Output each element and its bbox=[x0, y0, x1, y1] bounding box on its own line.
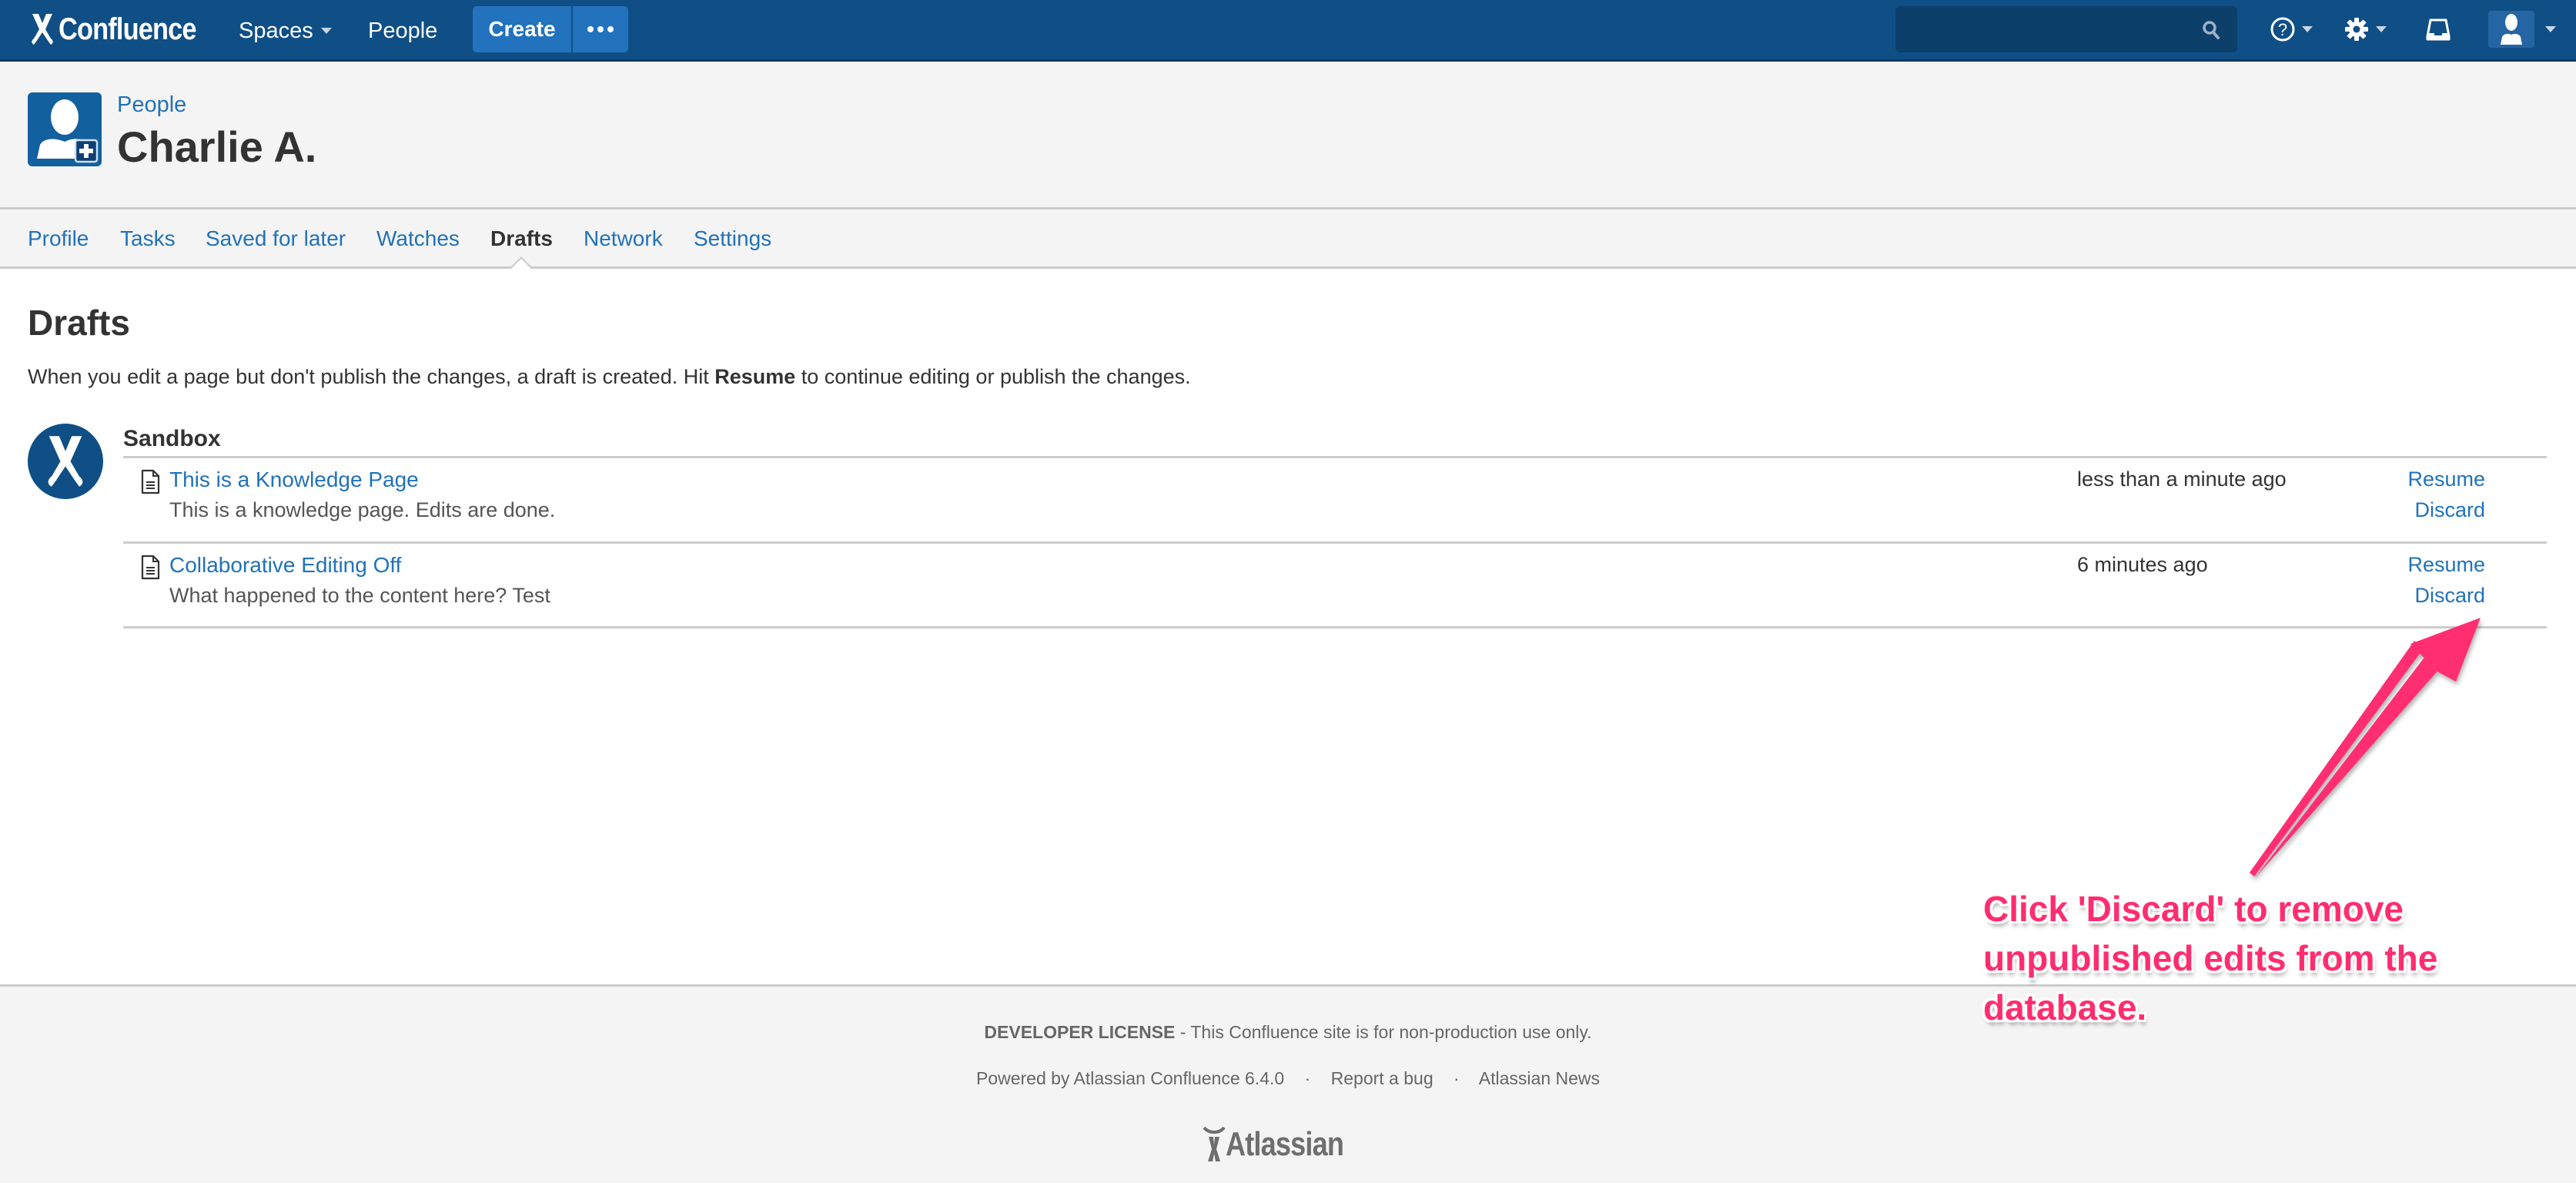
user-avatar-icon bbox=[2501, 14, 2522, 45]
draft-row: This is a Knowledge Page This is a knowl… bbox=[123, 458, 2547, 543]
draft-title-link[interactable]: Collaborative Editing Off bbox=[169, 553, 401, 578]
ellipsis-dot-icon bbox=[597, 26, 604, 32]
confluence-logo-icon bbox=[32, 14, 53, 45]
gear-icon bbox=[2345, 18, 2368, 41]
search-input[interactable] bbox=[1895, 6, 2188, 52]
page-icon bbox=[141, 469, 160, 494]
tab-profile[interactable]: Profile bbox=[28, 226, 89, 251]
draft-excerpt: This is a knowledge page. Edits are done… bbox=[169, 498, 556, 521]
tab-network[interactable]: Network bbox=[584, 226, 663, 251]
more-create-options-button[interactable] bbox=[573, 6, 628, 52]
confluence-logo[interactable]: Confluence bbox=[28, 11, 219, 48]
chevron-down-icon bbox=[2545, 26, 2556, 32]
nav-spaces-label: Spaces bbox=[239, 18, 313, 43]
create-button[interactable]: Create bbox=[473, 6, 571, 52]
default-user-avatar-icon bbox=[37, 99, 99, 163]
chevron-down-icon bbox=[320, 28, 332, 34]
discard-button[interactable]: Discard bbox=[2414, 498, 2485, 522]
nav-people-label: People bbox=[368, 18, 438, 43]
profile-name: Charlie A. bbox=[117, 122, 317, 171]
atlassian-logo-text: Atlassian bbox=[1226, 1125, 1344, 1163]
chevron-down-icon bbox=[2376, 26, 2387, 32]
notifications-button[interactable] bbox=[2425, 12, 2451, 46]
arrow-icon bbox=[2250, 618, 2481, 878]
space-logo[interactable] bbox=[28, 424, 103, 499]
logo-text: Confluence bbox=[59, 12, 197, 46]
confluence-space-icon bbox=[48, 436, 83, 487]
footer-links: Powered by Atlassian Confluence 6.4.0 · … bbox=[0, 1068, 2576, 1089]
license-label: DEVELOPER LICENSE bbox=[984, 1022, 1176, 1042]
settings-menu-button[interactable] bbox=[2343, 12, 2387, 46]
user-menu-button[interactable] bbox=[2488, 11, 2534, 48]
tab-watches[interactable]: Watches bbox=[376, 226, 460, 251]
intro-text-start: When you edit a page but don't publish t… bbox=[28, 365, 715, 388]
ellipsis-dot-icon bbox=[587, 26, 594, 32]
space-name: Sandbox bbox=[123, 426, 221, 451]
discard-button[interactable]: Discard bbox=[2414, 584, 2485, 608]
inbox-icon bbox=[2426, 18, 2451, 41]
profile-header: People Charlie A. bbox=[0, 62, 2576, 209]
atlassian-logo[interactable]: Atlassian bbox=[1203, 1125, 1370, 1164]
powered-by-link[interactable]: Powered by Atlassian Confluence 6.4.0 bbox=[976, 1068, 1284, 1088]
divider bbox=[123, 626, 2547, 628]
tab-saved-for-later[interactable]: Saved for later bbox=[206, 226, 346, 251]
search-icon[interactable] bbox=[2202, 20, 2220, 40]
draft-title-link[interactable]: This is a Knowledge Page bbox=[169, 468, 419, 492]
separator: · bbox=[1304, 1068, 1311, 1088]
page-title: Drafts bbox=[28, 303, 130, 343]
resume-button[interactable]: Resume bbox=[2407, 468, 2485, 491]
tab-settings[interactable]: Settings bbox=[694, 226, 771, 251]
annotation-callout: Click 'Discard' to remove unpublished ed… bbox=[1983, 889, 2438, 1027]
search-box bbox=[1895, 6, 2237, 52]
draft-timestamp: less than a minute ago bbox=[2077, 468, 2287, 491]
help-menu-button[interactable]: ? bbox=[2270, 12, 2313, 46]
top-navigation-bar: Confluence Spaces People Create ? bbox=[0, 0, 2576, 62]
drafts-description: When you edit a page but don't publish t… bbox=[28, 365, 1191, 389]
tab-tasks[interactable]: Tasks bbox=[120, 226, 176, 251]
report-bug-link[interactable]: Report a bug bbox=[1331, 1068, 1434, 1088]
profile-avatar[interactable] bbox=[28, 92, 102, 166]
intro-text-bold: Resume bbox=[714, 365, 796, 388]
chevron-down-icon bbox=[2302, 26, 2313, 32]
intro-text-end: to continue editing or publish the chang… bbox=[795, 365, 1191, 388]
license-text: - This Confluence site is for non-produc… bbox=[1175, 1022, 1592, 1042]
draft-row: Collaborative Editing Off What happened … bbox=[123, 544, 2547, 628]
nav-people[interactable]: People bbox=[368, 15, 437, 46]
help-icon: ? bbox=[2270, 17, 2295, 42]
page-icon bbox=[141, 555, 160, 580]
breadcrumb-people-link[interactable]: People bbox=[117, 92, 186, 118]
atlassian-news-link[interactable]: Atlassian News bbox=[1479, 1068, 1600, 1088]
atlassian-logo-icon bbox=[1203, 1126, 1226, 1161]
separator: · bbox=[1454, 1068, 1460, 1088]
nav-spaces[interactable]: Spaces bbox=[239, 15, 332, 46]
draft-excerpt: What happened to the content here? Test bbox=[169, 584, 550, 607]
draft-timestamp: 6 minutes ago bbox=[2077, 553, 2208, 576]
ellipsis-dot-icon bbox=[607, 26, 614, 32]
svg-text:?: ? bbox=[2278, 20, 2287, 39]
active-tab-indicator bbox=[509, 256, 534, 270]
resume-button[interactable]: Resume bbox=[2407, 553, 2485, 577]
tab-drafts[interactable]: Drafts bbox=[490, 226, 553, 251]
profile-tabs: Profile Tasks Saved for later Watches Dr… bbox=[0, 209, 2576, 270]
